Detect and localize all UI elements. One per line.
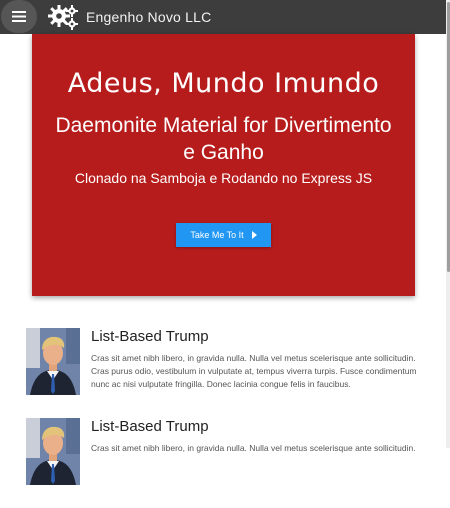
take-me-to-it-label: Take Me To It — [190, 230, 244, 240]
hero-title: Adeus, Mundo Imundo — [67, 68, 380, 99]
hero-banner: Adeus, Mundo Imundo Daemonite Material f… — [32, 34, 415, 296]
list-item-title: List-Based Trump — [91, 418, 209, 435]
list-item: List-Based Trump Cras sit amet nibh libe… — [26, 418, 426, 508]
menu-button[interactable] — [1, 0, 37, 33]
app-title: Engenho Novo LLC — [86, 9, 212, 25]
app-bar: Engenho Novo LLC — [0, 0, 446, 34]
list-item-body: Cras sit amet nibh libero, in gravida nu… — [91, 443, 416, 453]
caret-right-icon — [251, 231, 257, 239]
hero-tagline: Clonado na Samboja e Rodando no Express … — [74, 170, 373, 186]
scrollbar[interactable] — [446, 0, 450, 448]
content-list: List-Based Trump Cras sit amet nibh libe… — [26, 328, 426, 508]
list-item-title: List-Based Trump — [91, 328, 209, 345]
hero-subtitle: Daemonite Material for Divertimento e Ga… — [55, 114, 392, 164]
portrait-thumbnail — [26, 418, 80, 485]
gears-logo-icon — [48, 5, 78, 30]
menu-icon — [12, 11, 26, 22]
list-item-body: Cras sit amet nibh libero, in gravida nu… — [91, 353, 417, 389]
take-me-to-it-button[interactable]: Take Me To It — [176, 223, 271, 247]
list-item: List-Based Trump Cras sit amet nibh libe… — [26, 328, 426, 418]
portrait-thumbnail — [26, 328, 80, 395]
